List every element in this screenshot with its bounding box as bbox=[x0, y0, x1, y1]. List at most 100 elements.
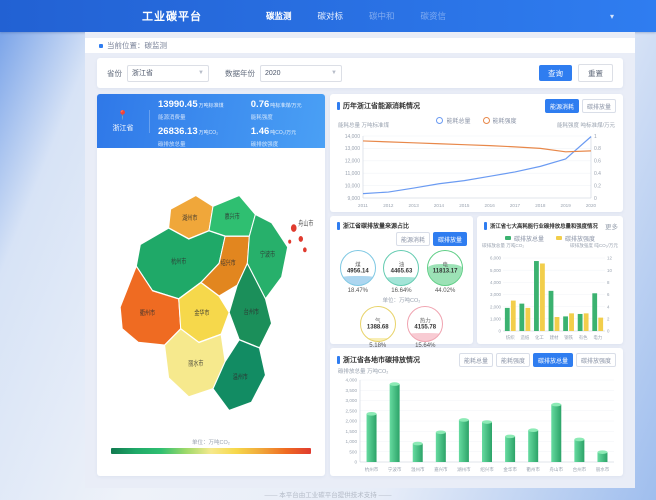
svg-text:6: 6 bbox=[607, 292, 610, 297]
svg-text:0: 0 bbox=[499, 329, 502, 334]
legend-item[interactable]: 能耗总量 bbox=[436, 116, 470, 125]
svg-text:2017: 2017 bbox=[510, 203, 521, 208]
year-select[interactable]: 2020 ▼ bbox=[260, 65, 342, 82]
svg-text:2020: 2020 bbox=[586, 203, 597, 208]
svg-text:0: 0 bbox=[607, 329, 610, 334]
toggle-1[interactable]: 碳排放量 bbox=[433, 232, 467, 246]
title-accent bbox=[484, 222, 487, 230]
svg-text:2,000: 2,000 bbox=[346, 419, 358, 424]
toggle-3[interactable]: 碳排放强度 bbox=[576, 353, 616, 367]
map-region-label: 杭州市 bbox=[171, 257, 186, 266]
map-legend-unit: 单位：万吨CO₂ bbox=[111, 438, 311, 446]
chevron-down-icon[interactable]: ▾ bbox=[610, 12, 614, 21]
liquid-gauge-2: 电11813.1744.02% bbox=[427, 250, 463, 294]
svg-text:绍兴市: 绍兴市 bbox=[480, 466, 494, 473]
toggle-0[interactable]: 能源消耗 bbox=[545, 99, 579, 113]
svg-text:2012: 2012 bbox=[383, 203, 394, 208]
cities-title: 浙江省各地市碳排放情况 bbox=[343, 355, 420, 365]
svg-text:6,000: 6,000 bbox=[490, 256, 502, 261]
unit-note: 单位：万吨CO₂ bbox=[336, 296, 467, 304]
svg-text:1: 1 bbox=[594, 134, 597, 140]
nav-item-2[interactable]: 碳中和 bbox=[369, 10, 395, 22]
stat-energy-total: 13990.45万吨标准煤 能源消费量 bbox=[158, 94, 251, 121]
svg-text:11,000: 11,000 bbox=[345, 171, 360, 177]
svg-text:宁波市: 宁波市 bbox=[388, 466, 402, 473]
province-select[interactable]: 浙江省 ▼ bbox=[127, 65, 209, 82]
legend-item[interactable]: 能耗强度 bbox=[483, 116, 517, 125]
title-accent bbox=[337, 222, 340, 230]
toggle-1[interactable]: 能耗强度 bbox=[496, 353, 530, 367]
svg-text:13,000: 13,000 bbox=[345, 146, 361, 152]
svg-text:温州市: 温州市 bbox=[411, 466, 425, 473]
search-button[interactable]: 查询 bbox=[539, 65, 572, 81]
svg-text:0.4: 0.4 bbox=[594, 171, 601, 177]
svg-text:嘉兴市: 嘉兴市 bbox=[434, 466, 448, 473]
nav-item-3[interactable]: 碳资信 bbox=[421, 10, 447, 22]
province-select-value: 浙江省 bbox=[132, 68, 153, 78]
energy-trend-title: 历年浙江省能源消耗情况 bbox=[343, 101, 420, 111]
map-region-label: 丽水市 bbox=[188, 359, 203, 368]
cities-toggles: 能耗总量能耗强度碳排放总量碳排放强度 bbox=[459, 353, 616, 367]
liquid-gauges-row-1: 煤4956.1418.47%油4465.6316.64%电11813.1744.… bbox=[336, 250, 467, 294]
map-island-icon[interactable] bbox=[288, 240, 291, 244]
svg-text:14,000: 14,000 bbox=[345, 134, 361, 140]
map-island-icon[interactable] bbox=[291, 224, 297, 232]
more-link[interactable]: 更多 bbox=[605, 221, 618, 231]
svg-text:2,000: 2,000 bbox=[490, 304, 502, 309]
svg-text:有色: 有色 bbox=[579, 334, 588, 341]
svg-text:电力: 电力 bbox=[593, 334, 602, 341]
legend-item[interactable]: 碳排放强度 bbox=[556, 234, 595, 243]
top-navbar: 工业碳平台 碳监测碳对标碳中和碳资信 ▾ bbox=[0, 0, 656, 32]
legend-marker-icon bbox=[436, 117, 443, 124]
emission-sources-toggles: 能源消耗碳排放量 bbox=[330, 232, 473, 248]
svg-text:500: 500 bbox=[349, 449, 357, 454]
app-screen: 工业碳平台 碳监测碳对标碳中和碳资信 ▾ 当前位置： 碳监测 省份 浙江省 ▼ … bbox=[0, 0, 656, 500]
svg-text:2014: 2014 bbox=[434, 203, 445, 208]
industry-panel: 浙江省七大高耗能行业碳排放总量和强度情况 更多 碳排放总量碳排放强度 碳排放总量… bbox=[477, 216, 623, 344]
liquid-gauge-0: 煤4956.1418.47% bbox=[340, 250, 376, 294]
map-region-label: 衢州市 bbox=[140, 308, 155, 317]
svg-text:丽水市: 丽水市 bbox=[596, 466, 610, 473]
svg-text:0.6: 0.6 bbox=[594, 159, 601, 165]
title-accent bbox=[337, 356, 340, 364]
stat-carbon-total: 26836.13万吨CO₂ 碳排放总量 bbox=[158, 121, 251, 148]
chevron-down-icon: ▼ bbox=[331, 70, 337, 76]
map-island-icon[interactable] bbox=[299, 236, 303, 242]
map-island-icon[interactable] bbox=[303, 247, 307, 252]
breadcrumb-current[interactable]: 碳监测 bbox=[145, 40, 168, 51]
svg-text:1,500: 1,500 bbox=[346, 429, 358, 434]
svg-text:钢铁: 钢铁 bbox=[564, 334, 573, 341]
svg-text:5,000: 5,000 bbox=[490, 268, 502, 273]
svg-text:杭州市: 杭州市 bbox=[365, 466, 379, 473]
toggle-0[interactable]: 能源消耗 bbox=[396, 232, 430, 246]
nav-item-1[interactable]: 碳对标 bbox=[318, 10, 344, 22]
cities-panel: 浙江省各地市碳排放情况 能耗总量能耗强度碳排放总量碳排放强度 碳排放总量 万吨C… bbox=[330, 348, 623, 476]
svg-text:2015: 2015 bbox=[459, 203, 470, 208]
map-region-label: 嘉兴市 bbox=[225, 212, 240, 221]
energy-trend-panel: 历年浙江省能源消耗情况 能源消耗碳排放量 能耗总量能耗强度 能耗总量 万吨标准煤… bbox=[330, 94, 623, 212]
nav-item-0[interactable]: 碳监测 bbox=[266, 10, 292, 22]
chevron-down-icon: ▼ bbox=[198, 70, 204, 76]
emission-sources-panel: 浙江省碳排放量来源占比 能源消耗碳排放量 煤4956.1418.47%油4465… bbox=[330, 216, 473, 344]
content-area: 当前位置： 碳监测 省份 浙江省 ▼ 数据年份 2020 ▼ 查询 重置 📍 bbox=[85, 32, 635, 488]
nav-menu: 碳监测 碳对标 碳中和 碳资信 bbox=[266, 10, 446, 22]
toggle-1[interactable]: 碳排放量 bbox=[582, 99, 616, 113]
svg-text:2011: 2011 bbox=[358, 203, 368, 208]
map-legend-gradient bbox=[111, 448, 311, 454]
svg-text:2: 2 bbox=[607, 316, 610, 321]
svg-text:2016: 2016 bbox=[485, 203, 496, 208]
stat-energy-intensity: 0.76吨标准煤/万元 能耗强度 bbox=[251, 94, 325, 121]
filter-bar: 省份 浙江省 ▼ 数据年份 2020 ▼ 查询 重置 bbox=[97, 58, 623, 88]
footer-text: —— 本平台由工业碳平台提供技术支持 —— bbox=[0, 489, 656, 499]
location-pin-icon: 📍 bbox=[117, 110, 128, 121]
reset-button[interactable]: 重置 bbox=[578, 64, 613, 82]
svg-text:12: 12 bbox=[607, 256, 612, 261]
legend-item[interactable]: 碳排放总量 bbox=[505, 234, 544, 243]
toggle-2[interactable]: 碳排放总量 bbox=[533, 353, 573, 367]
toggle-0[interactable]: 能耗总量 bbox=[459, 353, 493, 367]
svg-text:8: 8 bbox=[607, 280, 610, 285]
zhejiang-map[interactable]: 湖州市嘉兴市杭州市绍兴市宁波市舟山市衢州市金华市台州市丽水市温州市 bbox=[100, 179, 322, 431]
industry-title: 浙江省七大高耗能行业碳排放总量和强度情况 bbox=[490, 222, 598, 230]
svg-text:3,000: 3,000 bbox=[490, 292, 502, 297]
stat-carbon-intensity: 1.46吨CO₂/万元 碳排放强度 bbox=[251, 121, 325, 148]
